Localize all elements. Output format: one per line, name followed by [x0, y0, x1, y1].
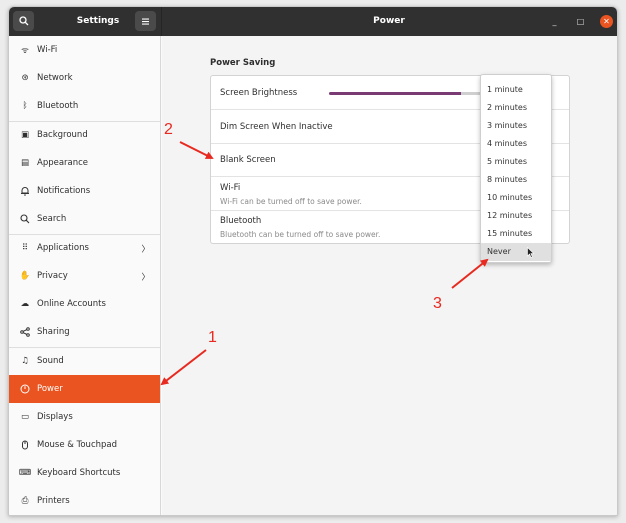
sidebar-item-keyboard-shortcuts[interactable]: ⌨ Keyboard Shortcuts — [9, 459, 160, 487]
sidebar-item-label: Search — [37, 214, 67, 224]
row-label: Blank Screen — [220, 155, 276, 165]
display-icon: ▭ — [20, 412, 30, 422]
row-label: Screen Brightness — [220, 88, 298, 98]
sidebar: ᯤ Wi-Fi ⊛ Network ᛒ Bluetooth ▣ Background ▤… — [9, 36, 161, 515]
search-icon — [18, 16, 28, 26]
annotation-number-1: 1 — [208, 329, 217, 346]
wifi-icon: ᯤ — [21, 45, 29, 56]
dropdown-option[interactable]: 8 minutes — [481, 171, 551, 189]
bluetooth-icon: ᛒ — [22, 101, 28, 111]
sidebar-item-background[interactable]: ▣ Background — [9, 121, 160, 149]
sidebar-item-mouse-touchpad[interactable]: Mouse & Touchpad — [9, 431, 160, 459]
sidebar-item-appearance[interactable]: ▤ Appearance — [9, 149, 160, 177]
sidebar-item-printers[interactable]: ⎙ Printers — [9, 487, 160, 515]
dropdown-option[interactable]: 15 minutes — [481, 225, 551, 243]
sidebar-item-label: Displays — [37, 412, 73, 422]
annotation-number-2: 2 — [164, 121, 173, 138]
power-saving-heading: Power Saving — [210, 58, 276, 68]
sidebar-item-label: Notifications — [37, 186, 91, 196]
share-icon — [19, 326, 31, 338]
sidebar-item-label: Keyboard Shortcuts — [37, 468, 121, 478]
sidebar-item-label: Mouse & Touchpad — [37, 440, 118, 450]
row-label: Wi-Fi — [220, 183, 241, 193]
sidebar-item-power[interactable]: Power — [9, 375, 160, 403]
menu-button[interactable] — [135, 11, 156, 31]
maximize-button[interactable]: □ — [574, 15, 587, 28]
search-button[interactable] — [13, 11, 34, 31]
chevron-right-icon: 〉 — [141, 273, 150, 283]
sidebar-item-sharing[interactable]: Sharing — [9, 318, 160, 346]
dropdown-option-never[interactable]: Never — [481, 243, 551, 261]
hamburger-icon — [142, 18, 149, 25]
dropdown-option[interactable]: 3 minutes — [481, 117, 551, 135]
blank-screen-dropdown: 1 minute 2 minutes 3 minutes 4 minutes 5… — [480, 74, 552, 263]
sidebar-item-label: Privacy — [37, 271, 68, 281]
sidebar-item-bluetooth[interactable]: ᛒ Bluetooth — [9, 92, 160, 120]
sidebar-item-sound[interactable]: ♫ Sound — [9, 347, 160, 375]
row-sublabel: Wi-Fi can be turned off to save power. — [220, 197, 362, 206]
close-icon: ✕ — [603, 17, 610, 26]
dropdown-option[interactable]: 1 minute — [481, 81, 551, 99]
sidebar-item-network[interactable]: ⊛ Network — [9, 64, 160, 92]
hand-icon: ✋ — [19, 271, 31, 281]
option-label: Never — [487, 247, 511, 256]
brightness-slider[interactable] — [329, 92, 494, 95]
printer-icon: ⎙ — [21, 496, 29, 506]
sidebar-item-label: Background — [37, 130, 88, 140]
close-button[interactable]: ✕ — [600, 15, 613, 28]
sidebar-item-privacy[interactable]: ✋ Privacy 〉 — [9, 262, 160, 290]
sidebar-item-online-accounts[interactable]: ☁ Online Accounts — [9, 290, 160, 318]
music-icon: ♫ — [21, 356, 29, 366]
search-icon — [19, 213, 31, 225]
sidebar-item-label: Power — [37, 384, 63, 394]
sidebar-item-displays[interactable]: ▭ Displays — [9, 403, 160, 431]
sidebar-item-wifi[interactable]: ᯤ Wi-Fi — [9, 36, 160, 64]
sidebar-item-applications[interactable]: ⠿ Applications 〉 — [9, 234, 160, 262]
sidebar-item-label: Applications — [37, 243, 89, 253]
dropdown-option[interactable]: 10 minutes — [481, 189, 551, 207]
sidebar-item-label: Online Accounts — [37, 299, 106, 309]
apps-icon: ⠿ — [21, 243, 29, 253]
mouse-icon — [19, 439, 31, 451]
sidebar-item-label: Sound — [37, 356, 64, 366]
sidebar-item-search[interactable]: Search — [9, 205, 160, 233]
annotation-number-3: 3 — [433, 295, 442, 312]
dropdown-option[interactable]: 5 minutes — [481, 153, 551, 171]
sidebar-item-notifications[interactable]: Notifications — [9, 177, 160, 205]
sidebar-item-label: Bluetooth — [37, 101, 79, 111]
keyboard-icon: ⌨ — [18, 468, 32, 478]
row-sublabel: Bluetooth can be turned off to save powe… — [220, 230, 381, 239]
sidebar-item-label: Printers — [37, 496, 70, 506]
sidebar-item-label: Network — [37, 73, 73, 83]
mouse-cursor-icon — [527, 247, 535, 258]
network-icon: ⊛ — [21, 73, 29, 83]
titlebar: Settings Power _ □ ✕ — [9, 7, 617, 36]
dropdown-option[interactable]: 2 minutes — [481, 99, 551, 117]
chevron-right-icon: 〉 — [141, 245, 150, 255]
power-icon — [19, 383, 31, 395]
dropdown-option[interactable]: 4 minutes — [481, 135, 551, 153]
sidebar-item-label: Sharing — [37, 327, 70, 337]
cloud-icon: ☁ — [20, 299, 30, 309]
background-icon: ▣ — [20, 130, 30, 140]
minimize-button[interactable]: _ — [548, 15, 561, 28]
bell-icon — [19, 185, 31, 197]
sidebar-item-label: Appearance — [37, 158, 89, 168]
dropdown-option[interactable]: 12 minutes — [481, 207, 551, 225]
minimize-icon: _ — [552, 17, 557, 26]
maximize-icon: □ — [576, 17, 585, 26]
sidebar-item-label: Wi-Fi — [37, 45, 58, 55]
row-label: Bluetooth — [220, 216, 262, 226]
appearance-icon: ▤ — [20, 158, 30, 168]
row-label: Dim Screen When Inactive — [220, 122, 333, 132]
